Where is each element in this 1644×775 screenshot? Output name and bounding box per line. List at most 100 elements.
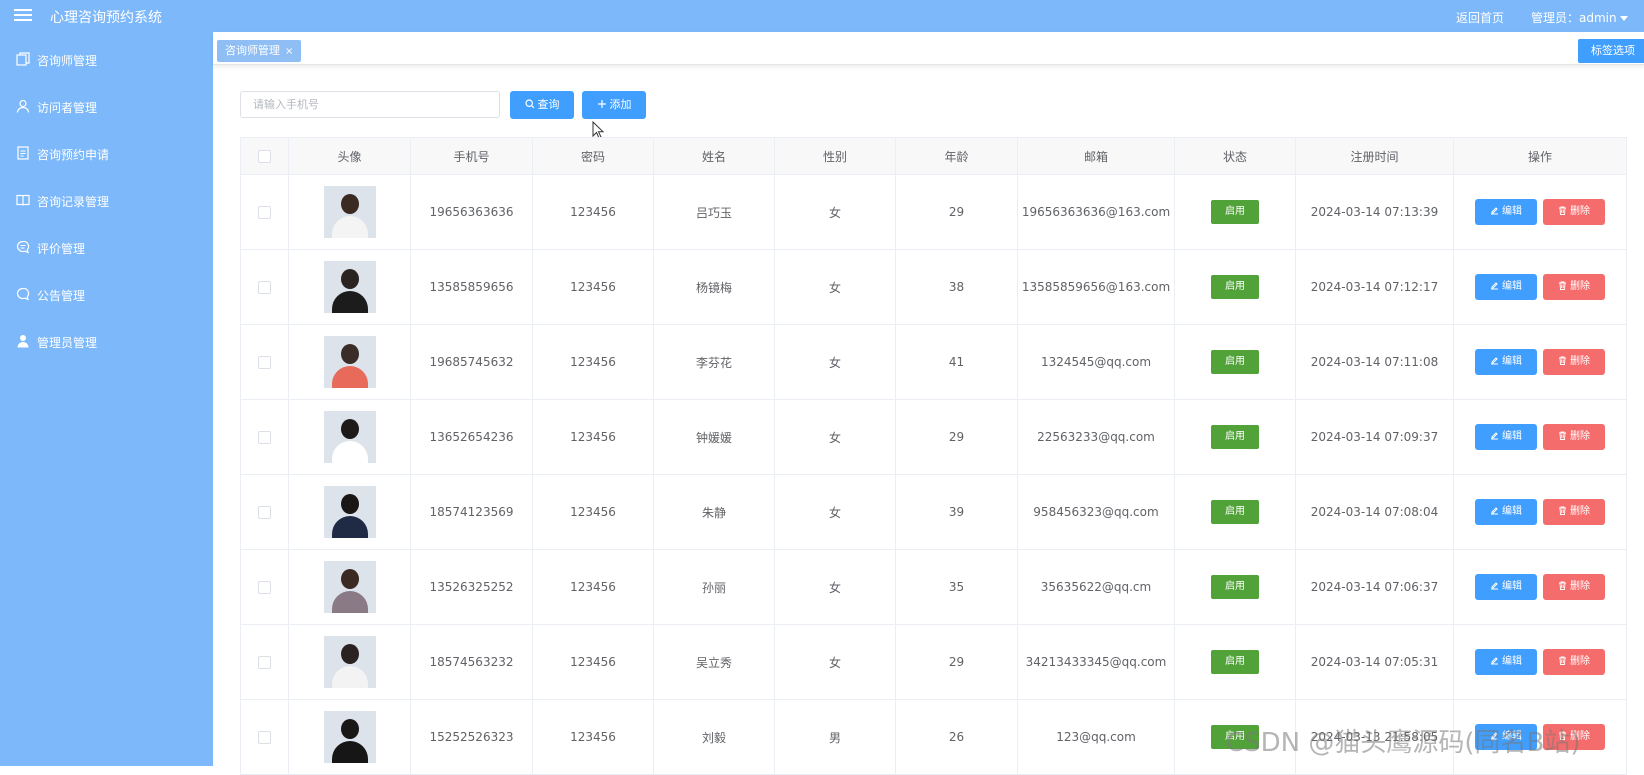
tabs-bar: 咨询师管理 × 标签选项 [213, 32, 1644, 65]
header-password: 密码 [532, 137, 654, 175]
admin-dropdown[interactable]: 管理员：admin [1531, 9, 1628, 26]
edit-button[interactable]: 编辑 [1475, 349, 1537, 375]
sidebar-item-admins[interactable]: 管理员管理 [0, 324, 213, 360]
email-cell: 1324545@qq.com [1017, 324, 1175, 400]
document-icon [17, 146, 29, 160]
delete-button[interactable]: 删除 [1543, 574, 1605, 600]
close-icon[interactable]: × [285, 46, 293, 57]
avatar-cell [288, 474, 411, 550]
plus-icon [597, 100, 606, 108]
status-badge[interactable]: 启用 [1211, 575, 1259, 599]
select-all-checkbox[interactable] [258, 150, 271, 163]
delete-label: 删除 [1570, 356, 1590, 367]
actions-cell: 编辑 删除 [1453, 549, 1627, 625]
sidebar-item-label: 公告管理 [37, 289, 86, 303]
delete-button[interactable]: 删除 [1543, 274, 1605, 300]
email-cell: 958456323@qq.com [1017, 474, 1175, 550]
name-cell: 孙丽 [653, 549, 775, 625]
edit-button[interactable]: 编辑 [1475, 274, 1537, 300]
age-cell: 29 [895, 399, 1018, 475]
query-button[interactable]: 查询 [510, 91, 574, 119]
status-badge[interactable]: 启用 [1211, 275, 1259, 299]
add-button[interactable]: 添加 [582, 91, 646, 119]
row-checkbox[interactable] [258, 356, 271, 369]
email-cell: 35635622@qq.cm [1017, 549, 1175, 625]
avatar [323, 561, 376, 613]
row-checkbox[interactable] [258, 581, 271, 594]
status-badge[interactable]: 启用 [1211, 200, 1259, 224]
delete-button[interactable]: 删除 [1543, 424, 1605, 450]
admin-label: 管理员：admin [1531, 11, 1617, 25]
header-registered: 注册时间 [1295, 137, 1454, 175]
copy-icon [16, 52, 30, 66]
gender-cell: 男 [774, 699, 896, 775]
delete-button[interactable]: 删除 [1543, 649, 1605, 675]
status-cell: 启用 [1174, 549, 1296, 625]
password-cell: 123456 [532, 624, 654, 700]
sidebar-item-visitor[interactable]: 访问者管理 [0, 89, 213, 125]
phone-cell: 15252526323 [410, 699, 533, 775]
email-cell: 13585859656@163.com [1017, 249, 1175, 325]
avatar-cell [288, 624, 411, 700]
sidebar-item-records[interactable]: 咨询记录管理 [0, 183, 213, 219]
edit-button[interactable]: 编辑 [1475, 574, 1537, 600]
sidebar-item-reviews[interactable]: 评价管理 [0, 230, 213, 266]
status-badge[interactable]: 启用 [1211, 650, 1259, 674]
age-cell: 38 [895, 249, 1018, 325]
status-cell: 启用 [1174, 174, 1296, 250]
password-cell: 123456 [532, 174, 654, 250]
status-badge[interactable]: 启用 [1211, 500, 1259, 524]
select-all-cell [240, 137, 289, 175]
row-checkbox[interactable] [258, 206, 271, 219]
avatar [323, 261, 376, 313]
registered-cell: 2024-03-14 07:13:39 [1295, 174, 1454, 250]
row-checkbox[interactable] [258, 656, 271, 669]
edit-button[interactable]: 编辑 [1475, 649, 1537, 675]
row-checkbox[interactable] [258, 281, 271, 294]
table-row: 13585859656 123456 杨镜梅女 38 13585859656@163.c… [240, 249, 1627, 325]
edit-button[interactable]: 编辑 [1475, 199, 1537, 225]
edit-icon [1491, 282, 1498, 290]
status-badge[interactable]: 启用 [1211, 350, 1259, 374]
registered-cell: 2024-03-14 07:06:37 [1295, 549, 1454, 625]
sidebar-item-appointment[interactable]: 咨询预约申请 [0, 136, 213, 172]
tab-counselor-management[interactable]: 咨询师管理 × [217, 40, 302, 62]
sidebar-item-label: 咨询记录管理 [37, 195, 110, 209]
delete-button[interactable]: 删除 [1543, 199, 1605, 225]
delete-button[interactable]: 删除 [1543, 499, 1605, 525]
avatar-cell [288, 549, 411, 625]
phone-search-input[interactable] [240, 91, 500, 118]
edit-icon [1491, 657, 1498, 665]
age-cell: 29 [895, 624, 1018, 700]
row-select-cell [240, 174, 289, 250]
avatar [323, 486, 376, 538]
name-cell: 吕巧玉 [653, 174, 775, 250]
trash-icon [1559, 581, 1566, 590]
sidebar-item-announcements[interactable]: 公告管理 [0, 277, 213, 313]
email-cell: 19656363636@163.com [1017, 174, 1175, 250]
tab-options-button[interactable]: 标签选项 [1578, 39, 1644, 63]
trash-icon [1559, 281, 1566, 290]
sidebar-item-counselor[interactable]: 咨询师管理 [0, 42, 213, 78]
table-row: 13652654236 123456 钟媛媛女 29 22563233@qq.com 启用… [240, 399, 1627, 475]
delete-label: 删除 [1570, 431, 1590, 442]
row-select-cell [240, 624, 289, 700]
edit-label: 编辑 [1502, 206, 1522, 217]
home-link[interactable]: 返回首页 [1456, 9, 1504, 26]
phone-cell: 19656363636 [410, 174, 533, 250]
chat-lines-icon [16, 240, 30, 254]
row-checkbox[interactable] [258, 431, 271, 444]
hamburger-menu-icon[interactable] [14, 6, 32, 24]
phone-cell: 13526325252 [410, 549, 533, 625]
status-badge[interactable]: 启用 [1211, 425, 1259, 449]
row-checkbox[interactable] [258, 506, 271, 519]
row-checkbox[interactable] [258, 731, 271, 744]
sidebar: 咨询师管理 访问者管理 咨询预约申请 咨询记录管理 评价管理 公告管理 管理员管… [0, 32, 213, 766]
edit-button[interactable]: 编辑 [1475, 424, 1537, 450]
name-cell: 李芬花 [653, 324, 775, 400]
edit-button[interactable]: 编辑 [1475, 499, 1537, 525]
gender-cell: 女 [774, 249, 896, 325]
delete-button[interactable]: 删除 [1543, 349, 1605, 375]
table-row: 18574123569 123456 朱静女 39 958456323@qq.com 启用… [240, 474, 1627, 550]
avatar [323, 411, 376, 463]
